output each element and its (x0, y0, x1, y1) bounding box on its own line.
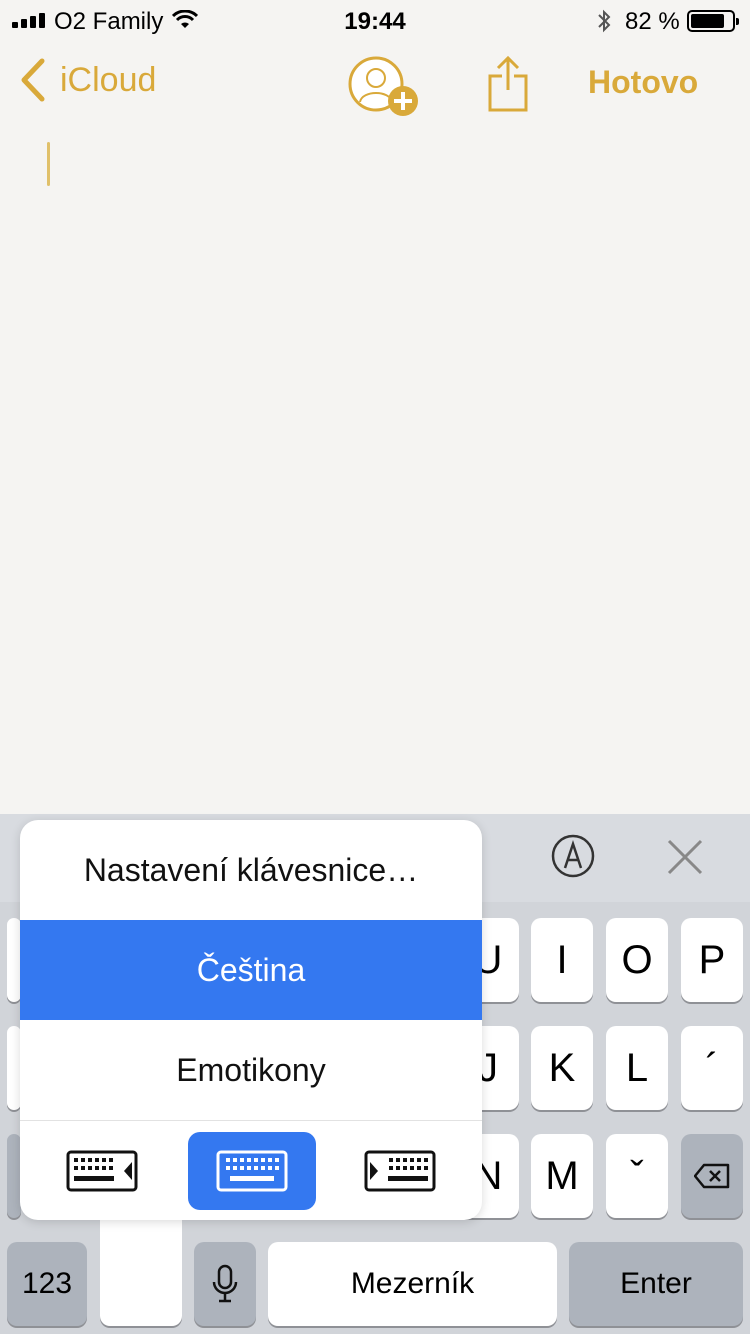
add-person-button[interactable] (348, 56, 422, 125)
shift-key-partial[interactable] (7, 1134, 21, 1218)
key-acute[interactable]: ´ (681, 1026, 743, 1110)
enter-key[interactable]: Enter (569, 1242, 743, 1326)
keyboard-settings-option[interactable]: Nastavení klávesnice… (20, 820, 482, 920)
key-p[interactable]: P (681, 918, 743, 1002)
dictation-key[interactable] (194, 1242, 256, 1326)
divider (20, 1120, 482, 1121)
bluetooth-icon (596, 9, 612, 40)
close-icon (667, 839, 703, 875)
czech-keyboard-option[interactable]: Čeština (20, 920, 482, 1020)
markup-icon (551, 834, 595, 878)
microphone-icon (212, 1264, 238, 1303)
backspace-key[interactable] (681, 1134, 743, 1218)
key-q-partial[interactable] (7, 918, 21, 1002)
globe-key[interactable] (100, 1212, 182, 1326)
keyboard-right-icon (364, 1150, 436, 1192)
add-person-icon (348, 56, 418, 116)
keyboard-full-icon (216, 1150, 288, 1192)
key-m[interactable]: M (531, 1134, 593, 1218)
keyboard-switcher-popup: Nastavení klávesnice… Čeština Emotikony (20, 820, 482, 1220)
navigation-bar: iCloud Hotovo (0, 50, 750, 120)
share-icon (488, 55, 528, 112)
numbers-key[interactable]: 123 (7, 1242, 87, 1326)
back-label: iCloud (60, 60, 157, 99)
share-button[interactable] (488, 54, 528, 119)
key-l[interactable]: L (606, 1026, 668, 1110)
key-caron[interactable]: ˇ (606, 1134, 668, 1218)
emoji-keyboard-option[interactable]: Emotikony (20, 1020, 482, 1120)
backspace-icon (694, 1163, 730, 1189)
key-i[interactable]: I (531, 918, 593, 1002)
markup-button[interactable] (551, 834, 595, 883)
keyboard-full-button[interactable] (188, 1132, 316, 1210)
battery-percent: 82 % (625, 8, 680, 35)
chevron-left-icon (21, 58, 45, 102)
keyboard-left-button[interactable] (38, 1132, 166, 1210)
close-toolbar-button[interactable] (666, 838, 704, 881)
keyboard-right-button[interactable] (336, 1132, 464, 1210)
key-k[interactable]: K (531, 1026, 593, 1110)
key-o[interactable]: O (606, 918, 668, 1002)
key-a-partial[interactable] (7, 1026, 21, 1110)
back-button[interactable]: iCloud (20, 58, 156, 102)
done-button[interactable]: Hotovo (588, 64, 698, 101)
battery-icon (687, 10, 739, 32)
status-bar: O2 Family 19:44 82 % (0, 0, 750, 40)
space-key[interactable]: Mezerník (268, 1242, 557, 1326)
text-cursor (47, 142, 50, 186)
keyboard-left-icon (66, 1150, 138, 1192)
